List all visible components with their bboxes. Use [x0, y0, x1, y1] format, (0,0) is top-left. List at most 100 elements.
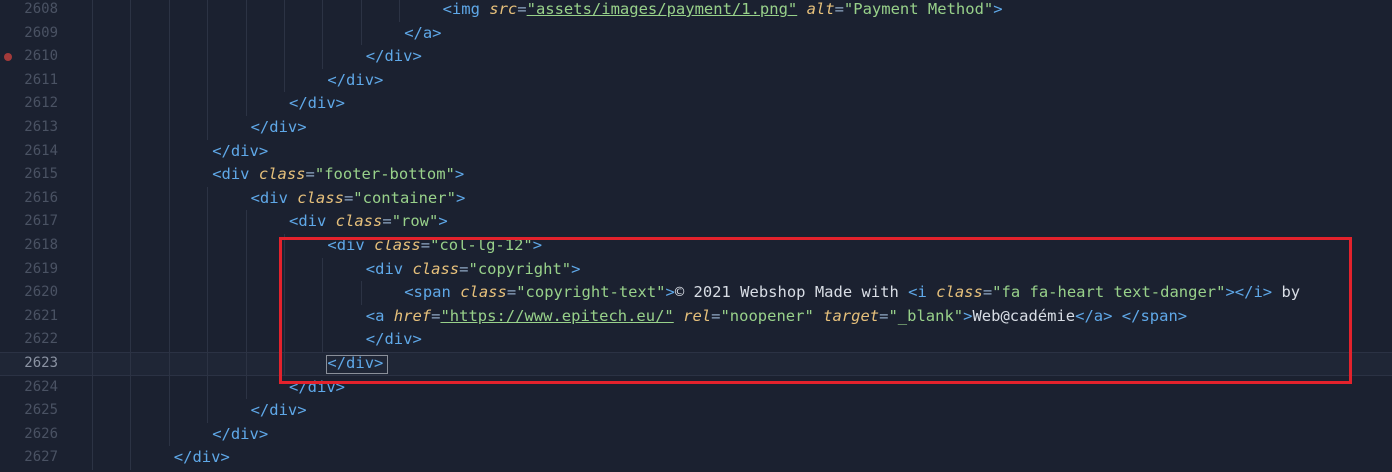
indent-guide — [245, 92, 247, 116]
indent-guide — [207, 352, 209, 376]
indent-guide — [322, 0, 324, 22]
code-text[interactable]: <span class="copyright-text">© 2021 Webs… — [404, 281, 1392, 305]
indent-guide — [92, 399, 93, 423]
code-token-tag: ></i> — [1225, 283, 1273, 302]
code-text[interactable]: </a> — [404, 22, 1392, 46]
indent-guide — [92, 186, 93, 211]
indent-guide — [92, 68, 93, 93]
indent-guide — [92, 375, 93, 400]
code-line[interactable]: 2616 <div class="container"> — [0, 186, 1392, 211]
code-token-tag: <i — [908, 283, 937, 302]
code-token-tag: <div — [212, 165, 259, 184]
line-number: 2623 — [24, 355, 58, 371]
code-text[interactable]: </div> — [174, 446, 1392, 470]
line-number: 2613 — [24, 119, 58, 135]
indent-guide — [92, 446, 93, 470]
code-token-attr: href — [393, 306, 432, 325]
code-token-eq: = — [517, 0, 527, 18]
line-number: 2610 — [24, 48, 58, 65]
code-text[interactable]: <a href="https://www.epitech.eu/" rel="n… — [366, 305, 1392, 329]
code-editor[interactable]: 2608 <img src="assets/images/payment/1.pn… — [0, 0, 1392, 472]
code-token-tag: </div> — [365, 330, 422, 349]
code-text[interactable]: </div> — [327, 352, 1392, 376]
code-text[interactable]: <div class="row"> — [289, 210, 1392, 234]
indent-guide — [322, 304, 324, 329]
indent-guide — [245, 45, 247, 69]
code-text[interactable]: </div> — [251, 116, 1392, 140]
indent-guide — [284, 0, 285, 22]
code-line[interactable]: 2622 </div> — [0, 328, 1392, 352]
indent-guide — [207, 375, 209, 400]
indent-guide — [207, 0, 209, 22]
indent-guide — [207, 399, 209, 423]
code-text[interactable]: </div> — [366, 328, 1392, 352]
code-token-attr: alt — [806, 0, 835, 18]
code-text[interactable]: <div class="container"> — [251, 187, 1392, 211]
indent-guide — [207, 68, 209, 93]
code-text[interactable]: </div> — [212, 423, 1392, 447]
code-token-tag: </div> — [173, 448, 230, 467]
indent-guide — [207, 210, 209, 234]
indent-guide — [168, 328, 170, 352]
code-token-attr: class — [412, 259, 460, 278]
indent-guide — [168, 186, 170, 211]
code-token-str: "fa fa-heart text-danger" — [992, 283, 1226, 302]
indent-guide — [130, 281, 132, 305]
indent-guide — [322, 328, 324, 352]
code-line[interactable]: 2614 </div> — [0, 139, 1392, 164]
code-token-str: "footer-bottom" — [314, 165, 455, 184]
code-line[interactable]: 2627 </div> — [0, 446, 1392, 470]
indent-guide — [92, 45, 93, 69]
code-line[interactable]: 2612 </div> — [0, 92, 1392, 116]
indent-guide — [130, 399, 132, 423]
code-text[interactable]: </div> — [366, 45, 1392, 69]
indent-guide — [168, 422, 170, 447]
code-token-tag: </div> — [250, 401, 307, 420]
indent-guide — [207, 234, 209, 258]
indent-guide — [168, 210, 170, 234]
code-line[interactable]: 2608 <img src="assets/images/payment/1.pn… — [0, 0, 1392, 22]
code-line[interactable]: 2626 </div> — [0, 422, 1392, 447]
code-line[interactable]: 2618 <div class="col-lg-12"> — [0, 234, 1392, 258]
code-line[interactable]: 2615 <div class="footer-bottom"> — [0, 163, 1392, 187]
code-line[interactable]: 2624 </div> — [0, 375, 1392, 400]
indent-guide — [207, 328, 209, 352]
line-number: 2625 — [24, 402, 58, 419]
code-line[interactable]: 2625 </div> — [0, 399, 1392, 423]
line-number: 2622 — [24, 331, 58, 348]
indent-guide — [245, 0, 247, 22]
code-line[interactable]: 2621 <a href="https://www.epitech.eu/" re… — [0, 304, 1392, 329]
code-line[interactable]: 2623 </div> — [0, 352, 1392, 376]
code-line[interactable]: 2620 <span class="copyright-text">© 2021 … — [0, 281, 1392, 305]
indent-guide — [168, 0, 170, 22]
code-text[interactable]: <div class="footer-bottom"> — [212, 163, 1392, 187]
indent-guide — [207, 281, 209, 305]
indent-guide — [360, 0, 362, 22]
line-number: 2614 — [24, 142, 58, 159]
code-text[interactable]: </div> — [251, 399, 1392, 423]
code-line[interactable]: 2610 </div> — [0, 45, 1392, 69]
indent-guide — [168, 281, 170, 305]
code-line[interactable]: 2613 </div> — [0, 116, 1392, 140]
code-token-tag: </a> — [404, 23, 442, 42]
line-number: 2626 — [24, 425, 58, 442]
code-text[interactable]: <div class="col-lg-12"> — [327, 234, 1392, 258]
indent-guide — [322, 281, 324, 305]
code-token-eq: = — [343, 188, 354, 207]
code-text[interactable]: </div> — [327, 69, 1392, 93]
code-line[interactable]: 2611 </div> — [0, 68, 1392, 93]
code-line[interactable]: 2609 </a> — [0, 21, 1392, 46]
indent-guide — [92, 116, 93, 140]
code-line[interactable]: 2617 <div class="row"> — [0, 210, 1392, 234]
indent-guide — [130, 21, 132, 46]
code-text[interactable]: </div> — [289, 92, 1392, 116]
indent-guide — [322, 45, 324, 69]
code-text[interactable]: <img src="assets/images/payment/1.png" a… — [443, 0, 1392, 22]
indent-guide — [92, 304, 93, 329]
code-text[interactable]: </div> — [212, 140, 1392, 164]
code-text[interactable]: <div class="copyright"> — [366, 258, 1392, 282]
code-line[interactable]: 2619 <div class="copyright"> — [0, 257, 1392, 282]
indent-guide — [130, 234, 132, 258]
code-text[interactable]: </div> — [289, 376, 1392, 400]
